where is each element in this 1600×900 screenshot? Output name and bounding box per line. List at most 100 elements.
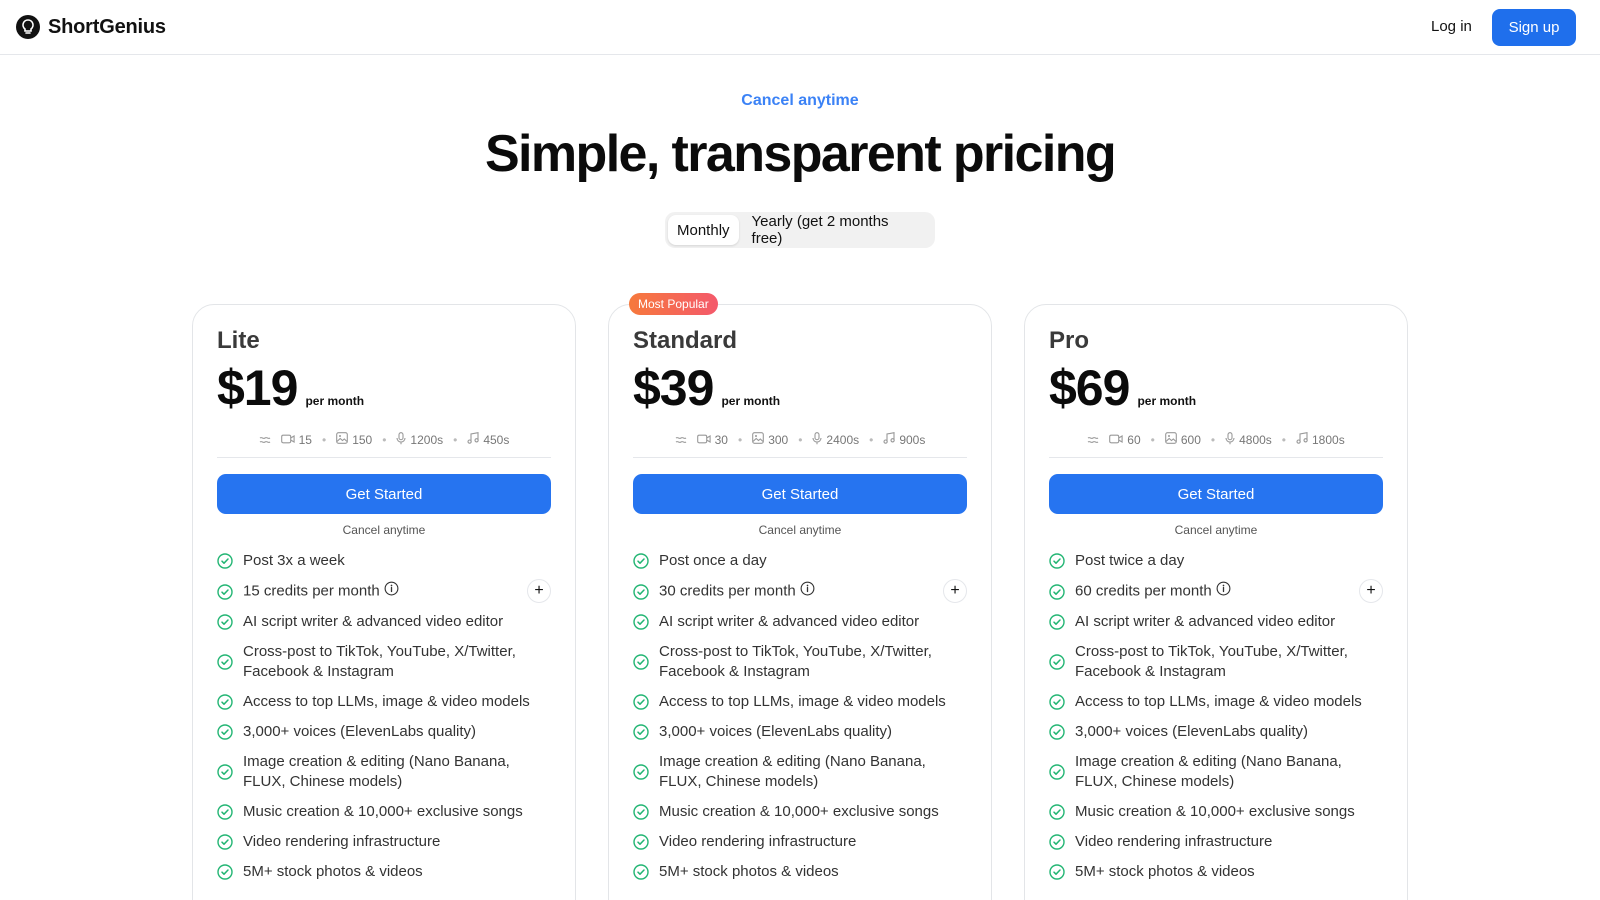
expand-credits-button[interactable]: +: [943, 579, 967, 603]
billing-monthly-option[interactable]: Monthly: [668, 215, 739, 245]
billing-yearly-option[interactable]: Yearly (get 2 months free): [743, 213, 932, 247]
mic-icon: [1225, 431, 1235, 448]
get-started-button[interactable]: Get Started: [1049, 474, 1383, 514]
feature-item: Music creation & 10,000+ exclusive songs: [633, 802, 967, 822]
plan-name: Lite: [217, 327, 260, 354]
check-circle-icon: [1049, 834, 1065, 850]
check-circle-icon: [1049, 583, 1065, 600]
feature-text: Access to top LLMs, image & video models: [1075, 693, 1362, 710]
feature-item: Post twice a day: [1049, 551, 1383, 571]
check-circle-icon: [217, 724, 233, 740]
feature-text: AI script writer & advanced video editor: [1075, 613, 1336, 630]
plan-usage-stats: 30 • 300 • 2400s • 900s: [633, 422, 967, 458]
check-circle-icon: [1049, 764, 1065, 780]
feature-text: Video rendering infrastructure: [243, 833, 441, 850]
video-credits-value: 60: [1127, 432, 1141, 447]
music-seconds: 900s: [883, 432, 925, 447]
feature-item: AI script writer & advanced video editor: [217, 612, 551, 632]
info-icon[interactable]: [1216, 581, 1231, 602]
feature-item: 15 credits per month +: [217, 579, 551, 603]
check-circle-icon: [1049, 804, 1065, 820]
voice-seconds: 2400s: [812, 431, 859, 448]
check-circle-icon: [217, 834, 233, 850]
feature-text: 5M+ stock photos & videos: [659, 863, 839, 880]
check-circle-icon: [633, 654, 649, 670]
image-credits: 600: [1165, 432, 1201, 447]
plan-card-pro: Pro $69 per month 60 • 600 • 4800s • 1800s Get Sta…: [1024, 304, 1408, 900]
check-circle-icon: [1049, 614, 1065, 630]
feature-text: 30 credits per month: [659, 582, 796, 600]
feature-item: 3,000+ voices (ElevenLabs quality): [217, 722, 551, 742]
feature-item: 5M+ stock photos & videos: [217, 862, 551, 882]
video-credits: 60: [1109, 432, 1141, 447]
check-circle-icon: [633, 694, 649, 710]
feature-item: Cross-post to TikTok, YouTube, X/Twitter…: [217, 642, 551, 682]
cancel-anytime-note: Cancel anytime: [342, 523, 426, 537]
price-row: $19 per month: [217, 359, 364, 417]
feature-text: Image creation & editing (Nano Banana, F…: [1075, 753, 1342, 790]
feature-text: Access to top LLMs, image & video models: [659, 693, 946, 710]
feature-item: 3,000+ voices (ElevenLabs quality): [633, 722, 967, 742]
plan-usage-stats: 60 • 600 • 4800s • 1800s: [1049, 422, 1383, 458]
plus-icon: +: [534, 582, 544, 599]
plan-usage-stats: 15 • 150 • 1200s • 450s: [217, 422, 551, 458]
image-icon: [752, 432, 765, 447]
expand-credits-button[interactable]: +: [527, 579, 551, 603]
waves-icon: [1087, 435, 1099, 445]
feature-item: Post 3x a week: [217, 551, 551, 571]
feature-item: 5M+ stock photos & videos: [633, 862, 967, 882]
check-circle-icon: [217, 804, 233, 820]
plan-price: $39: [633, 360, 714, 416]
separator-dot: •: [1281, 432, 1286, 447]
brand[interactable]: ShortGenius: [16, 15, 166, 39]
mic-icon: [396, 431, 406, 448]
check-circle-icon: [633, 864, 649, 880]
separator-dot: •: [869, 432, 874, 447]
music-seconds-value: 900s: [899, 432, 926, 447]
video-icon: [1109, 433, 1123, 447]
cancel-anytime-note: Cancel anytime: [1174, 523, 1258, 537]
feature-list: Post 3x a week 15 credits per month + AI sc…: [217, 551, 551, 892]
expand-credits-button[interactable]: +: [1359, 579, 1383, 603]
info-icon[interactable]: [800, 581, 815, 602]
feature-text: 3,000+ voices (ElevenLabs quality): [659, 723, 893, 740]
get-started-button[interactable]: Get Started: [633, 474, 967, 514]
check-circle-icon: [1049, 694, 1065, 710]
lightbulb-icon: [16, 15, 40, 39]
get-started-button[interactable]: Get Started: [217, 474, 551, 514]
check-circle-icon: [1049, 724, 1065, 740]
voice-seconds: 1200s: [396, 431, 443, 448]
feature-text: Cross-post to TikTok, YouTube, X/Twitter…: [1075, 643, 1348, 680]
feature-text: Post twice a day: [1075, 552, 1185, 569]
feature-item: Image creation & editing (Nano Banana, F…: [217, 752, 551, 792]
plan-name: Pro: [1049, 327, 1090, 354]
image-credits: 150: [336, 432, 372, 447]
signup-button[interactable]: Sign up: [1492, 9, 1576, 46]
feature-item: Access to top LLMs, image & video models: [1049, 692, 1383, 712]
feature-text: 5M+ stock photos & videos: [1075, 863, 1255, 880]
check-circle-icon: [217, 583, 233, 600]
plan-price: $69: [1049, 360, 1130, 416]
image-credits-value: 150: [352, 432, 373, 447]
page-title: Simple, transparent pricing: [484, 125, 1117, 183]
feature-text: Post once a day: [659, 552, 767, 569]
check-circle-icon: [1049, 553, 1065, 569]
feature-item: Access to top LLMs, image & video models: [633, 692, 967, 712]
mic-icon: [812, 431, 822, 448]
feature-text: Music creation & 10,000+ exclusive songs: [1075, 803, 1355, 820]
feature-item: Music creation & 10,000+ exclusive songs: [1049, 802, 1383, 822]
check-circle-icon: [633, 834, 649, 850]
login-link[interactable]: Log in: [1431, 18, 1472, 35]
feature-item: 5M+ stock photos & videos: [1049, 862, 1383, 882]
info-icon[interactable]: [384, 581, 399, 602]
plan-price: $19: [217, 360, 298, 416]
feature-item: 3,000+ voices (ElevenLabs quality): [1049, 722, 1383, 742]
image-icon: [336, 432, 349, 447]
music-seconds-value: 1800s: [1312, 432, 1345, 447]
check-circle-icon: [217, 864, 233, 880]
music-note-icon: [1296, 432, 1308, 447]
check-circle-icon: [633, 553, 649, 569]
check-circle-icon: [217, 764, 233, 780]
check-circle-icon: [633, 724, 649, 740]
feature-item: Access to top LLMs, image & video models: [217, 692, 551, 712]
